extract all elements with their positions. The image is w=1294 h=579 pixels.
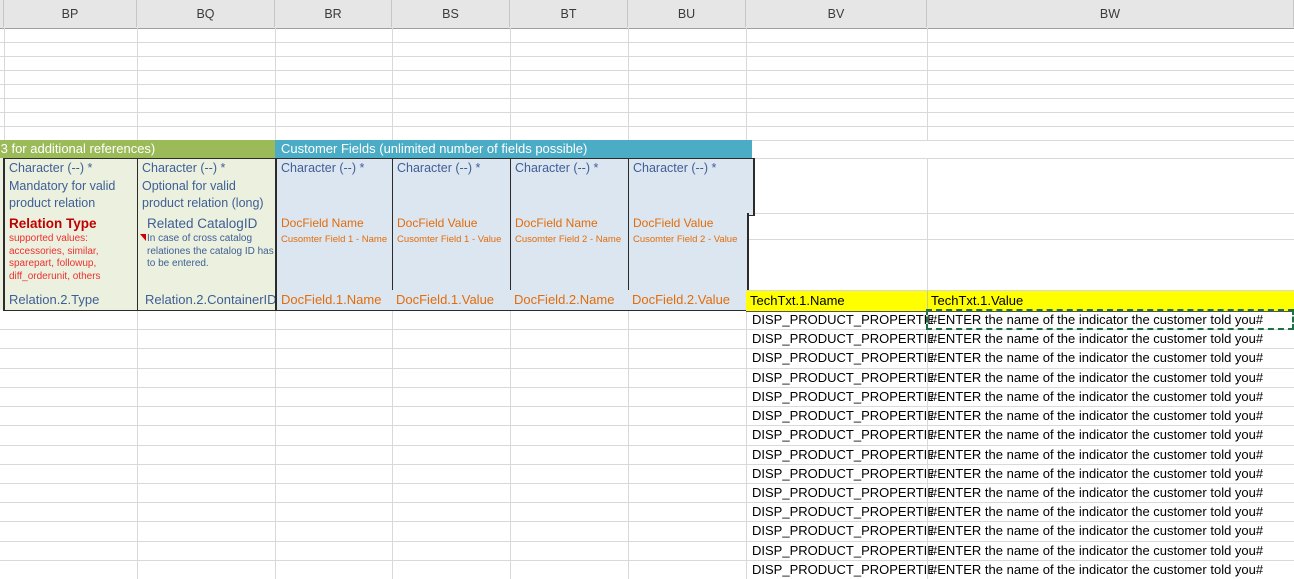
- data-cell-name-row-11[interactable]: DISP_PRODUCT_PROPERTIES: [746, 502, 933, 521]
- cell-docfield-header-2[interactable]: DocField ValueCusomter Field 1 - Value: [392, 213, 511, 290]
- gridline-v: [275, 310, 276, 579]
- data-cell-name-row-4[interactable]: DISP_PRODUCT_PROPERTIES: [746, 368, 933, 387]
- data-cell-value-row-12[interactable]: #ENTER the name of the indicator the cus…: [927, 521, 1294, 540]
- data-cell-name-row-2[interactable]: DISP_PRODUCT_PROPERTIES: [746, 329, 933, 348]
- data-cell-name-row-6[interactable]: DISP_PRODUCT_PROPERTIES: [746, 406, 933, 425]
- related-catalogid-title: Related CatalogID: [147, 214, 285, 233]
- column-header-BU[interactable]: BU: [628, 0, 746, 27]
- data-cell-name-row-10[interactable]: DISP_PRODUCT_PROPERTIES: [746, 483, 933, 502]
- column-header-BS[interactable]: BS: [392, 0, 510, 27]
- docfield-header-subtitle: Cusomter Field 2 - Name: [511, 231, 629, 246]
- cell-docfield-fieldname-2[interactable]: DocField.1.Value: [392, 290, 514, 311]
- docfield-header-title: DocField Value: [629, 213, 747, 231]
- data-cell-value-row-7[interactable]: #ENTER the name of the indicator the cus…: [927, 425, 1294, 444]
- gridline-h: [746, 213, 1294, 214]
- gridline-h: [0, 56, 1294, 57]
- gridline-h: [746, 140, 1294, 141]
- cell-docfield-fieldname-3[interactable]: DocField.2.Name: [510, 290, 632, 311]
- data-cell-value-row-5[interactable]: #ENTER the name of the indicator the cus…: [927, 387, 1294, 406]
- cell-bp-char-header[interactable]: Character (--) * Mandatory for valid pro…: [3, 158, 145, 216]
- cell-docfield-fieldname-4[interactable]: DocField.2.Value: [628, 290, 752, 311]
- gridline-h: [0, 84, 1294, 85]
- gridline-h: [0, 126, 1294, 127]
- data-cell-value-row-2[interactable]: #ENTER the name of the indicator the cus…: [927, 329, 1294, 348]
- data-cell-name-row-13[interactable]: DISP_PRODUCT_PROPERTIES: [746, 541, 933, 560]
- cell-relation2-containerid[interactable]: Relation.2.ContainerID: [137, 290, 283, 311]
- cell-bq-char-header[interactable]: Character (--) * Optional for valid prod…: [137, 158, 282, 216]
- gridline-h: [0, 112, 1294, 113]
- docfield-header-subtitle: Cusomter Field 1 - Name: [277, 231, 394, 246]
- cell-docfield-header-1[interactable]: DocField NameCusomter Field 1 - Name: [275, 213, 394, 290]
- spreadsheet: BPBQBRBSBTBUBVBW .3 for additional refer…: [0, 0, 1294, 579]
- cell-customer-char-header-3[interactable]: Character (--) *: [510, 158, 635, 216]
- data-cell-value-row-9[interactable]: #ENTER the name of the indicator the cus…: [927, 464, 1294, 483]
- data-cell-value-row-10[interactable]: #ENTER the name of the indicator the cus…: [927, 483, 1294, 502]
- gridline-v: [746, 28, 747, 140]
- cell-related-catalogid[interactable]: Related CatalogID In case of cross catal…: [137, 213, 285, 291]
- data-cell-name-row-3[interactable]: DISP_PRODUCT_PROPERTIES: [746, 348, 933, 367]
- gridline-v: [628, 310, 629, 579]
- relation-type-title: Relation Type: [9, 214, 143, 233]
- docfield-header-subtitle: Cusomter Field 2 - Value: [629, 231, 747, 246]
- band-customer-fields[interactable]: Customer Fields (unlimited number of fie…: [275, 140, 752, 158]
- gridline-v: [137, 28, 138, 140]
- cell-customer-char-header-2[interactable]: Character (--) *: [392, 158, 517, 216]
- column-header-BT[interactable]: BT: [510, 0, 628, 27]
- docfield-header-subtitle: Cusomter Field 1 - Value: [393, 231, 511, 246]
- data-cell-value-row-14[interactable]: #ENTER the name of the indicator the cus…: [927, 560, 1294, 579]
- data-cell-name-row-8[interactable]: DISP_PRODUCT_PROPERTIES: [746, 445, 933, 464]
- data-cell-value-row-13[interactable]: #ENTER the name of the indicator the cus…: [927, 541, 1294, 560]
- data-cell-value-row-1[interactable]: #ENTER the name of the indicator the cus…: [927, 310, 1294, 329]
- column-header-BQ[interactable]: BQ: [137, 0, 275, 27]
- column-header-row: BPBQBRBSBTBUBVBW: [0, 0, 1294, 29]
- gridline-v: [392, 310, 393, 579]
- gridline-v: [137, 310, 138, 579]
- gridline-v: [392, 28, 393, 140]
- gridline-h: [746, 239, 1294, 240]
- column-header-BP[interactable]: BP: [4, 0, 137, 27]
- data-cell-name-row-7[interactable]: DISP_PRODUCT_PROPERTIES: [746, 425, 933, 444]
- gridline-v: [628, 28, 629, 140]
- column-header-BW[interactable]: BW: [927, 0, 1294, 27]
- gridline-h: [746, 158, 1294, 159]
- cell-docfield-header-3[interactable]: DocField NameCusomter Field 2 - Name: [510, 213, 629, 290]
- docfield-header-title: DocField Value: [393, 213, 511, 231]
- gridline-v: [927, 158, 928, 290]
- data-cell-name-row-1[interactable]: DISP_PRODUCT_PROPERTIES: [746, 310, 933, 329]
- data-cell-value-row-6[interactable]: #ENTER the name of the indicator the cus…: [927, 406, 1294, 425]
- cell-relation-type[interactable]: Relation Type supported values: accessor…: [3, 213, 143, 291]
- data-cell-name-row-5[interactable]: DISP_PRODUCT_PROPERTIES: [746, 387, 933, 406]
- data-cell-value-row-3[interactable]: #ENTER the name of the indicator the cus…: [927, 348, 1294, 367]
- cell-techtxt-name[interactable]: TechTxt.1.Name: [746, 290, 931, 312]
- band-relations[interactable]: .3 for additional references): [0, 140, 275, 158]
- docfield-header-title: DocField Name: [277, 213, 394, 231]
- docfield-header-title: DocField Name: [511, 213, 629, 231]
- gridline-v: [275, 28, 276, 140]
- column-header-BV[interactable]: BV: [746, 0, 927, 27]
- data-cell-value-row-4[interactable]: #ENTER the name of the indicator the cus…: [927, 368, 1294, 387]
- gridline-h: [0, 70, 1294, 71]
- cell-docfield-fieldname-1[interactable]: DocField.1.Name: [275, 290, 398, 311]
- data-cell-name-row-14[interactable]: DISP_PRODUCT_PROPERTIES: [746, 560, 933, 579]
- gridline-v: [510, 28, 511, 140]
- gridline-v: [510, 310, 511, 579]
- comment-indicator-icon: [140, 234, 146, 241]
- cell-customer-char-header-4[interactable]: Character (--) *: [628, 158, 755, 216]
- cell-relation2-type[interactable]: Relation.2.Type: [3, 290, 143, 311]
- gridline-h: [0, 42, 1294, 43]
- cell-docfield-header-4[interactable]: DocField ValueCusomter Field 2 - Value: [628, 213, 749, 290]
- data-cell-value-row-8[interactable]: #ENTER the name of the indicator the cus…: [927, 445, 1294, 464]
- band-relations-label: .3 for additional references): [0, 141, 155, 156]
- column-header-BR[interactable]: BR: [275, 0, 392, 27]
- data-cell-value-row-11[interactable]: #ENTER the name of the indicator the cus…: [927, 502, 1294, 521]
- gridline-v: [4, 28, 5, 140]
- cell-customer-char-header-1[interactable]: Character (--) *: [275, 158, 400, 216]
- cell-techtxt-value[interactable]: TechTxt.1.Value: [927, 290, 1294, 312]
- gridline-v: [927, 28, 928, 140]
- gridline-h: [0, 98, 1294, 99]
- data-cell-name-row-9[interactable]: DISP_PRODUCT_PROPERTIES: [746, 464, 933, 483]
- band-customer-fields-label: Customer Fields (unlimited number of fie…: [281, 141, 587, 156]
- data-cell-name-row-12[interactable]: DISP_PRODUCT_PROPERTIES: [746, 521, 933, 540]
